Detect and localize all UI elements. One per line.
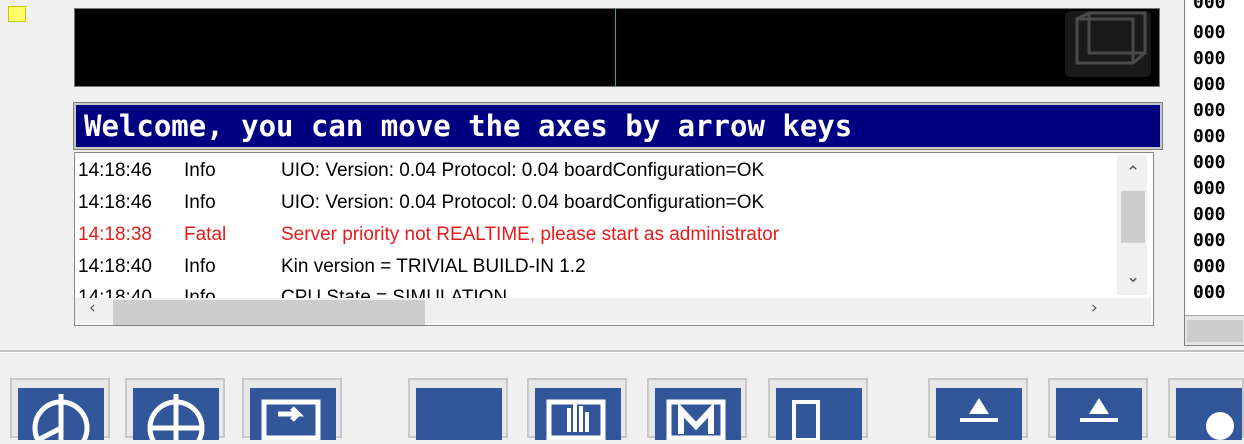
message-log[interactable]: 14:18:46 Info UIO: Version: 0.04 Protoco… <box>74 152 1154 326</box>
scroll-down-icon[interactable]: ⌄ <box>1126 267 1140 287</box>
panel-value: 000 <box>1193 282 1226 303</box>
log-level: Info <box>184 256 216 277</box>
up-arrow-icon <box>936 388 1022 440</box>
home-axis-button[interactable] <box>10 378 110 444</box>
panel-horizontal-scrollbar[interactable] <box>1185 315 1244 345</box>
panel-value: 000 <box>1193 48 1226 69</box>
vertical-scroll-thumb[interactable] <box>1121 191 1145 243</box>
panel-value: 000 <box>1193 0 1226 13</box>
goto-icon <box>250 388 336 441</box>
panel-value: 000 <box>1193 230 1226 251</box>
panel-value: 000 <box>1193 256 1226 277</box>
mdi-icon <box>655 388 741 441</box>
log-row: 14:18:46 Info UIO: Version: 0.04 Protoco… <box>75 156 1115 186</box>
log-time: 14:18:40 <box>78 256 152 277</box>
log-time: 14:18:38 <box>78 224 152 245</box>
panel-scroll-thumb[interactable] <box>1187 320 1243 342</box>
log-message: Server priority not REALTIME, please sta… <box>281 224 780 245</box>
goto-button[interactable] <box>242 378 342 441</box>
log-row: 14:18:46 Info UIO: Version: 0.04 Protoco… <box>75 188 1115 218</box>
panel-value: 000 <box>1193 74 1226 95</box>
page-button[interactable] <box>768 378 868 442</box>
home-axis-icon <box>18 388 104 444</box>
log-vertical-scrollbar[interactable]: ⌃ ⌄ <box>1117 155 1147 295</box>
log-horizontal-scrollbar[interactable]: ‹ › <box>75 298 1151 325</box>
panel-value: 000 <box>1193 100 1226 121</box>
jog-up-alt-button[interactable] <box>1048 378 1148 440</box>
panel-value: 000 <box>1193 178 1226 199</box>
log-message: UIO: Version: 0.04 Protocol: 0.04 boardC… <box>281 192 765 213</box>
up-arrow-jog-icon <box>1056 388 1142 440</box>
3d-viewport[interactable] <box>74 8 1160 87</box>
log-level: Info <box>184 192 216 213</box>
scroll-left-icon[interactable]: ‹ <box>89 298 96 318</box>
panel-value: 000 <box>1193 204 1226 225</box>
welcome-banner: Welcome, you can move the axes by arrow … <box>73 102 1163 150</box>
viewport-cursor-line <box>615 9 616 86</box>
mdi-button[interactable] <box>647 378 747 441</box>
jog-up-button[interactable] <box>928 378 1028 440</box>
log-level: Info <box>184 160 216 181</box>
round-button[interactable] <box>1168 378 1244 440</box>
log-level: Fatal <box>184 224 227 245</box>
hand-jog-button[interactable] <box>527 378 627 441</box>
log-message: Kin version = TRIVIAL BUILD-IN 1.2 <box>281 256 586 277</box>
blank-button[interactable] <box>408 378 508 440</box>
hand-jog-icon <box>535 388 621 441</box>
blank-icon <box>416 388 502 440</box>
panel-value: 000 <box>1193 126 1226 147</box>
scroll-up-icon[interactable]: ⌃ <box>1126 163 1140 183</box>
panel-value: 000 <box>1193 152 1226 173</box>
log-message: UIO: Version: 0.04 Protocol: 0.04 boardC… <box>281 160 765 181</box>
status-indicator <box>8 6 26 22</box>
page-icon <box>776 388 862 442</box>
log-time: 14:18:46 <box>78 160 152 181</box>
log-row: 14:18:40 Info Kin version = TRIVIAL BUIL… <box>75 252 1115 282</box>
horizontal-scroll-thumb[interactable] <box>113 300 425 325</box>
home-all-button[interactable] <box>125 378 225 444</box>
scroll-right-icon[interactable]: › <box>1091 298 1098 318</box>
right-values-panel[interactable]: 000 000 000 000 000 000 000 000 000 000 … <box>1184 0 1244 346</box>
panel-value: 000 <box>1193 22 1226 43</box>
view-cube-icon[interactable] <box>1063 9 1153 79</box>
log-row-fatal: 14:18:38 Fatal Server priority not REALT… <box>75 220 1115 250</box>
round-icon <box>1176 388 1242 440</box>
home-all-icon <box>133 388 219 444</box>
log-time: 14:18:46 <box>78 192 152 213</box>
divider <box>0 350 1244 353</box>
